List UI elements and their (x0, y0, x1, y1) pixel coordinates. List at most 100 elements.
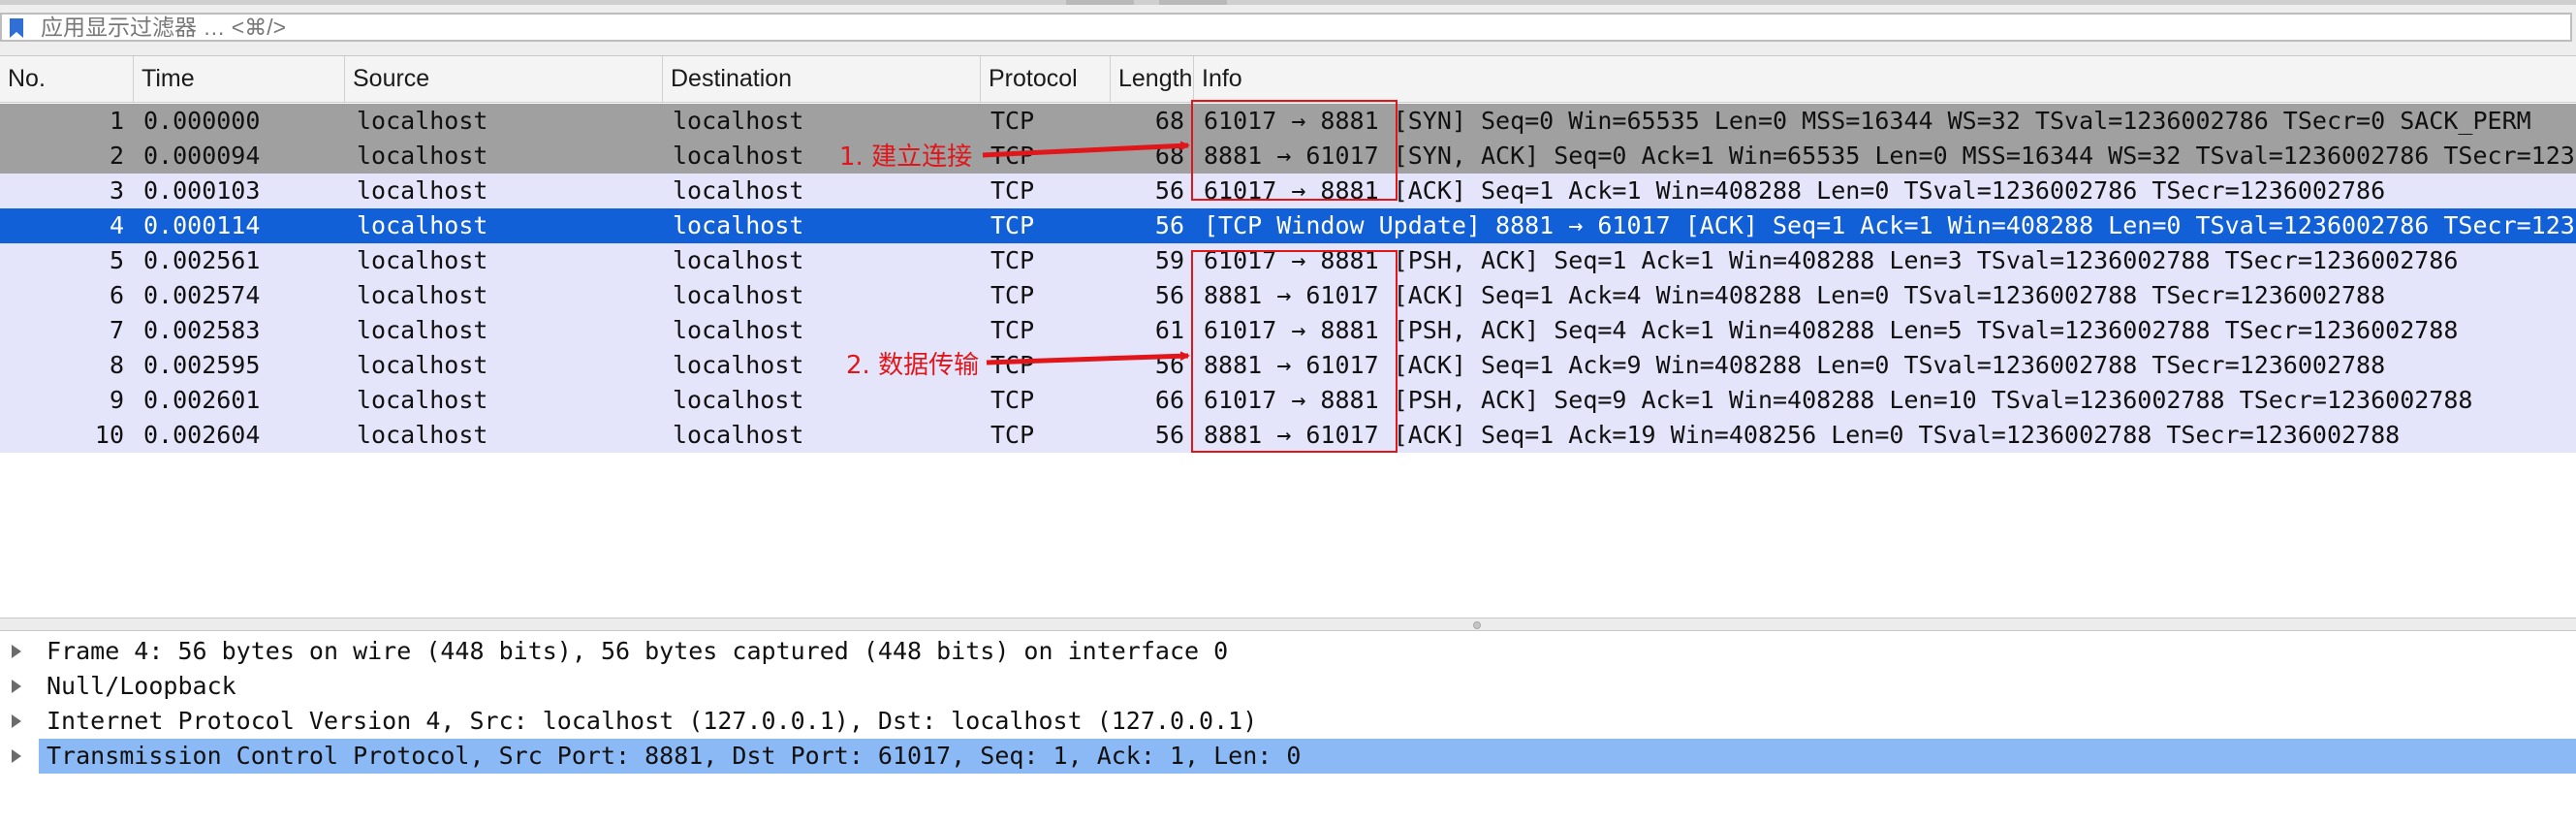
expand-triangle-icon[interactable] (12, 680, 21, 693)
packet-destination: localhost (673, 246, 804, 274)
detail-tree-label: Frame 4: 56 bytes on wire (448 bits), 56… (47, 637, 1229, 665)
detail-tree-item[interactable]: Frame 4: 56 bytes on wire (448 bits), 56… (0, 634, 2576, 669)
packet-no: 8 (109, 351, 124, 379)
packet-no: 3 (109, 176, 124, 205)
packet-protocol: TCP (990, 211, 1035, 239)
packet-source: localhost (357, 316, 488, 344)
packet-time: 0.002604 (143, 421, 261, 449)
detail-tree-item[interactable]: Null/Loopback (0, 669, 2576, 704)
packet-protocol: TCP (990, 281, 1035, 309)
packet-info: 61017 → 8881 [SYN] Seq=0 Win=65535 Len=0… (1204, 107, 2531, 135)
packet-no: 6 (109, 281, 124, 309)
detail-tree-label: Transmission Control Protocol, Src Port:… (39, 739, 2576, 774)
packet-list-header: No. Time Source Destination Protocol Len… (0, 56, 2576, 103)
packet-protocol: TCP (990, 316, 1035, 344)
packet-destination: localhost (673, 316, 804, 344)
packet-no: 9 (109, 386, 124, 414)
packet-length: 56 (1154, 351, 1184, 379)
packet-length: 61 (1154, 316, 1184, 344)
packet-destination: localhost (673, 421, 804, 449)
detail-tree-label: Null/Loopback (47, 672, 236, 700)
packet-row-selected[interactable]: 4 0.000114 localhost localhost TCP 56 [T… (0, 208, 2576, 243)
detail-tree-item[interactable]: Internet Protocol Version 4, Src: localh… (0, 704, 2576, 739)
packet-source: localhost (357, 176, 488, 205)
handshake-highlight-box (1191, 100, 1398, 201)
packet-time: 0.002595 (143, 351, 261, 379)
bookmark-icon[interactable] (10, 18, 23, 38)
packet-time: 0.002574 (143, 281, 261, 309)
packet-protocol: TCP (990, 246, 1035, 274)
packet-length: 66 (1154, 386, 1184, 414)
packet-info: 61017 → 8881 [PSH, ACK] Seq=1 Ack=1 Win=… (1204, 246, 2459, 274)
packet-destination: localhost (673, 281, 804, 309)
packet-info: 8881 → 61017 [ACK] Seq=1 Ack=9 Win=40828… (1204, 351, 2386, 379)
detail-tree-item-selected[interactable]: Transmission Control Protocol, Src Port:… (0, 739, 2576, 774)
packet-no: 7 (109, 316, 124, 344)
packet-source: localhost (357, 386, 488, 414)
column-header-source[interactable]: Source (345, 56, 663, 102)
detail-tree-label: Internet Protocol Version 4, Src: localh… (47, 707, 1258, 735)
packet-length: 56 (1154, 211, 1184, 239)
column-header-destination[interactable]: Destination (663, 56, 981, 102)
expand-triangle-icon[interactable] (12, 645, 21, 658)
data-transfer-highlight-box (1191, 250, 1398, 453)
column-header-protocol[interactable]: Protocol (981, 56, 1111, 102)
packet-info: 61017 → 8881 [ACK] Seq=1 Ack=1 Win=40828… (1204, 176, 2386, 205)
packet-length: 59 (1154, 246, 1184, 274)
packet-length: 56 (1154, 281, 1184, 309)
packet-time: 0.000114 (143, 211, 261, 239)
packet-protocol: TCP (990, 421, 1035, 449)
packet-info: 8881 → 61017 [ACK] Seq=1 Ack=4 Win=40828… (1204, 281, 2386, 309)
packet-info: 8881 → 61017 [SYN, ACK] Seq=0 Ack=1 Win=… (1204, 142, 2576, 170)
column-header-no[interactable]: No. (0, 56, 134, 102)
packet-time: 0.000094 (143, 142, 261, 170)
packet-protocol: TCP (990, 351, 1035, 379)
packet-destination: localhost (673, 107, 804, 135)
packet-source: localhost (357, 421, 488, 449)
packet-length: 56 (1154, 421, 1184, 449)
column-header-time[interactable]: Time (134, 56, 345, 102)
packet-destination: localhost (673, 176, 804, 205)
packet-time: 0.002601 (143, 386, 261, 414)
packet-time: 0.002583 (143, 316, 261, 344)
splitter-grip-icon[interactable] (1473, 621, 1481, 629)
packet-length: 68 (1154, 107, 1184, 135)
expand-triangle-icon[interactable] (12, 749, 21, 763)
annotation-data-transfer-label: 2. 数据传输 (846, 351, 980, 380)
packet-info: [TCP Window Update] 8881 → 61017 [ACK] S… (1204, 211, 2576, 239)
packet-source: localhost (357, 107, 488, 135)
packet-no: 2 (109, 142, 124, 170)
column-header-length[interactable]: Length (1111, 56, 1194, 102)
packet-info: 61017 → 8881 [PSH, ACK] Seq=4 Ack=1 Win=… (1204, 316, 2459, 344)
packet-protocol: TCP (990, 176, 1035, 205)
packet-protocol: TCP (990, 107, 1035, 135)
display-filter-field[interactable] (0, 13, 2572, 42)
packet-time: 0.002561 (143, 246, 261, 274)
packet-details-pane[interactable]: Frame 4: 56 bytes on wire (448 bits), 56… (0, 631, 2576, 824)
packet-no: 10 (94, 421, 124, 449)
packet-source: localhost (357, 211, 488, 239)
packet-source: localhost (357, 351, 488, 379)
packet-length: 68 (1154, 142, 1184, 170)
packet-no: 1 (109, 107, 124, 135)
annotation-handshake-label: 1. 建立连接 (839, 143, 973, 172)
packet-info: 8881 → 61017 [ACK] Seq=1 Ack=19 Win=4082… (1204, 421, 2401, 449)
packet-destination: localhost (673, 386, 804, 414)
expand-triangle-icon[interactable] (12, 714, 21, 728)
display-filter-bar (0, 5, 2576, 56)
pane-splitter[interactable] (0, 618, 2576, 631)
packet-time: 0.000000 (143, 107, 261, 135)
packet-source: localhost (357, 246, 488, 274)
display-filter-input[interactable] (41, 15, 2541, 40)
packet-source: localhost (357, 281, 488, 309)
column-header-info[interactable]: Info (1194, 56, 2576, 102)
packet-protocol: TCP (990, 386, 1035, 414)
packet-protocol: TCP (990, 142, 1035, 170)
packet-time: 0.000103 (143, 176, 261, 205)
packet-length: 56 (1154, 176, 1184, 205)
packet-no: 4 (109, 211, 124, 239)
packet-no: 5 (109, 246, 124, 274)
packet-info: 61017 → 8881 [PSH, ACK] Seq=9 Ack=1 Win=… (1204, 386, 2473, 414)
packet-destination: localhost (673, 211, 804, 239)
packet-source: localhost (357, 142, 488, 170)
